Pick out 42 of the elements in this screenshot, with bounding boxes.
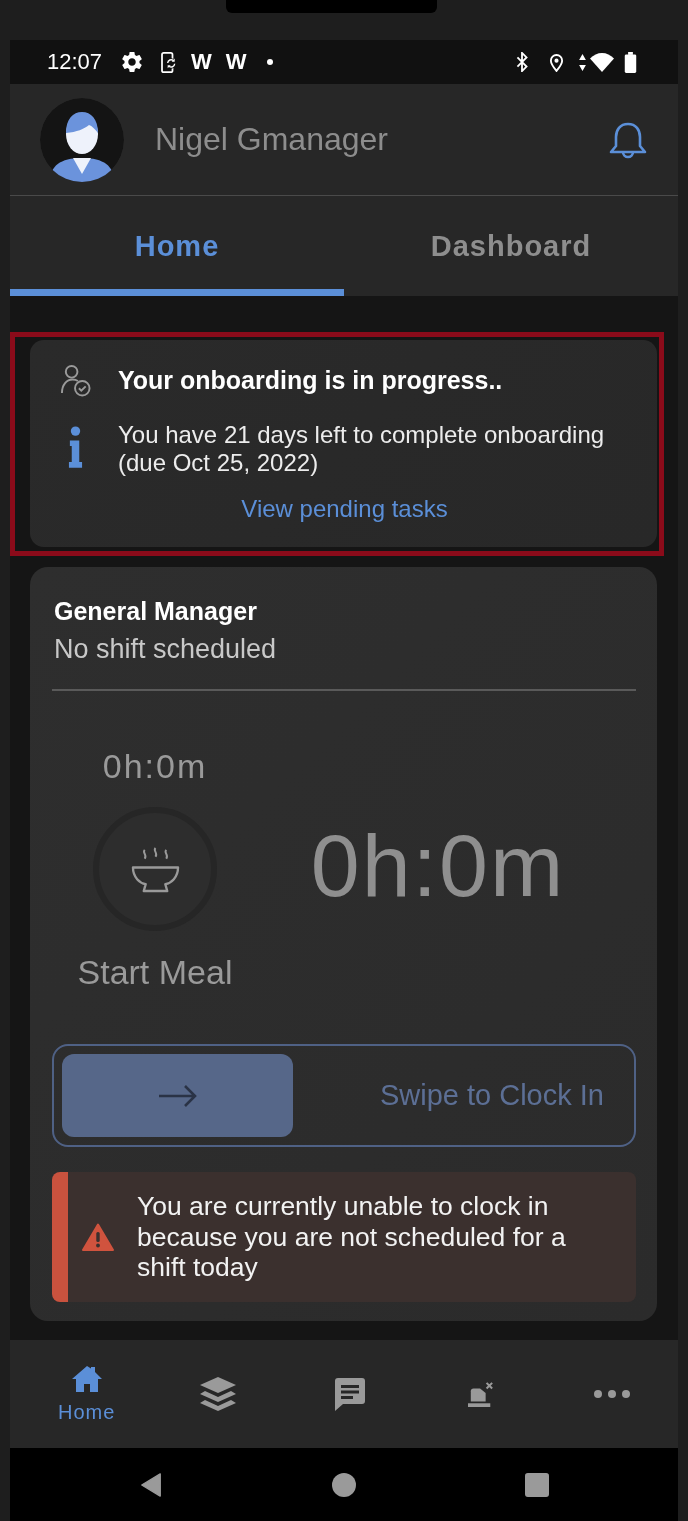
tab[interactable]: Home xyxy=(10,196,344,296)
job-role: General Manager xyxy=(53,597,258,625)
onboarding-title: Your onboarding is in progress.. xyxy=(118,366,503,395)
layers-icon xyxy=(199,1376,238,1412)
swipe-label: Swipe to Clock In xyxy=(379,1079,604,1112)
phone-sync-icon xyxy=(161,51,178,73)
recents-icon[interactable] xyxy=(525,1472,549,1497)
notification-icon: W xyxy=(225,49,247,75)
notification-bell-icon[interactable] xyxy=(608,120,648,159)
clock-in-swipe-button[interactable]: Swipe to Clock In xyxy=(52,1044,636,1147)
settings-icon xyxy=(122,52,143,72)
nav-item[interactable]: Home xyxy=(21,1340,153,1448)
shift-timer: 0h:0m xyxy=(310,816,566,916)
chat-icon xyxy=(333,1377,366,1411)
meal-timer: 0h:0m xyxy=(102,748,208,784)
status-time: 12:07 xyxy=(47,49,103,75)
swipe-handle[interactable] xyxy=(62,1054,293,1137)
bowl-icon xyxy=(130,845,180,893)
location-icon xyxy=(549,52,564,72)
user-name: Nigel Gmanager xyxy=(155,121,388,158)
back-icon[interactable] xyxy=(139,1472,163,1497)
avatar-icon xyxy=(40,97,124,182)
tab[interactable]: Dashboard xyxy=(344,196,678,296)
view-tasks-link[interactable]: View pending tasks xyxy=(241,495,448,523)
battery-icon xyxy=(624,51,637,73)
time-clock-icon xyxy=(466,1381,495,1407)
user-check-icon xyxy=(60,364,91,397)
wifi-icon xyxy=(590,52,614,72)
home-icon xyxy=(70,1364,103,1393)
more-icon xyxy=(594,1390,631,1398)
home-button-icon[interactable] xyxy=(332,1472,356,1497)
info-icon xyxy=(68,425,83,469)
meal-label: Start Meal xyxy=(77,954,233,990)
dot-icon xyxy=(266,59,273,65)
alert-message: You are currently unable to clock in because you are not scheduled for a shift today xyxy=(137,1191,567,1283)
bluetooth-icon xyxy=(516,52,528,72)
data-arrows-icon xyxy=(579,53,586,71)
onboarding-message: You have 21 days left to complete onboarding (due Oct 25, 2022) xyxy=(118,421,606,477)
notification-icon: W xyxy=(191,49,212,75)
warning-icon xyxy=(82,1223,114,1251)
arrow-right-icon xyxy=(157,1083,198,1108)
shift-status: No shift scheduled xyxy=(53,635,278,663)
